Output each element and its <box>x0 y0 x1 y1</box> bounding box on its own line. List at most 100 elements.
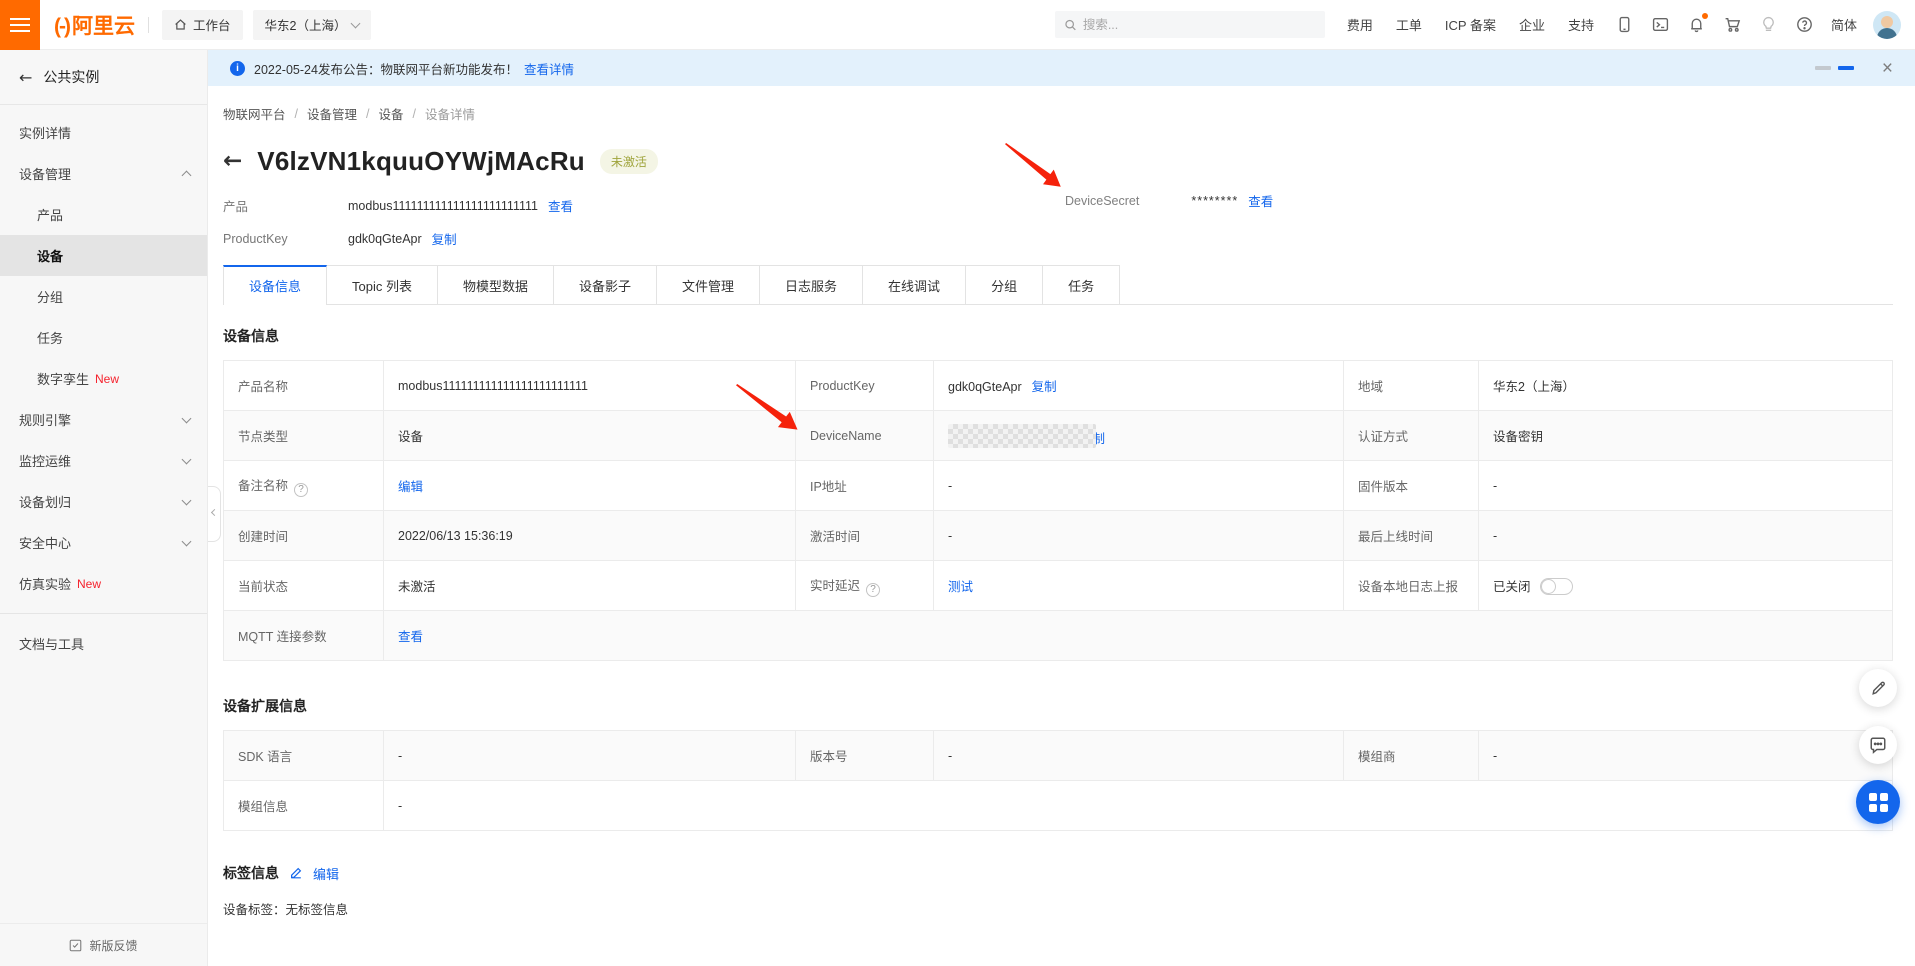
device-tag-label: 设备标签： <box>223 903 286 917</box>
sidebar-item-0[interactable]: 实例详情 <box>0 112 207 153</box>
module-info-label: 模组信息 <box>224 781 384 831</box>
help-tooltip-icon[interactable]: ? <box>294 483 308 497</box>
close-icon[interactable]: × <box>1882 59 1893 78</box>
sidebar-item-8[interactable]: 监控运维 <box>0 440 207 481</box>
sidebar: ← 公共实例 实例详情设备管理产品设备分组任务数字孪生New规则引擎监控运维设备… <box>0 50 208 966</box>
view-devicesecret-link[interactable]: 查看 <box>1248 191 1273 210</box>
sidebar-item-6[interactable]: 数字孪生New <box>0 358 207 399</box>
sidebar-item-7[interactable]: 规则引擎 <box>0 399 207 440</box>
lightbulb-icon[interactable] <box>1760 16 1777 33</box>
mobile-app-icon[interactable] <box>1616 16 1633 33</box>
notification-bell-icon[interactable] <box>1688 16 1705 33</box>
module-info-value: - <box>384 781 1893 831</box>
edit-tags-link[interactable]: 编辑 <box>313 864 339 883</box>
aliyun-logo[interactable]: (-) 阿里云 <box>54 10 135 40</box>
value-text: - <box>398 799 402 813</box>
sidebar-back-header[interactable]: ← 公共实例 <box>0 50 207 105</box>
sidebar-item-label: 任务 <box>37 328 63 347</box>
back-arrow-icon[interactable]: ← <box>223 150 242 173</box>
section-title-device-info: 设备信息 <box>223 326 1893 346</box>
tab-4[interactable]: 文件管理 <box>657 265 760 304</box>
current-status-label: 当前状态 <box>224 561 384 611</box>
tab-6[interactable]: 在线调试 <box>863 265 966 304</box>
sidebar-collapse-handle[interactable] <box>208 486 221 542</box>
view-product-link[interactable]: 查看 <box>548 196 573 215</box>
section-title-tag-info: 标签信息 <box>223 863 279 883</box>
chat-bubble-icon <box>1869 736 1887 754</box>
terminal-icon[interactable] <box>1652 16 1669 33</box>
toggle-switch-off[interactable] <box>1540 578 1573 595</box>
sidebar-item-label: 仿真实验 <box>19 574 71 593</box>
sidebar-item-9[interactable]: 设备划归 <box>0 481 207 522</box>
breadcrumb-item-0[interactable]: 物联网平台 <box>223 104 286 123</box>
chevron-up-icon <box>182 170 192 180</box>
table-row: 节点类型设备DeviceName复制认证方式设备密钥 <box>224 411 1893 461</box>
table-row: SDK 语言-版本号-模组商- <box>224 731 1893 781</box>
ip-address-label: IP地址 <box>796 461 934 511</box>
edit-pencil-icon[interactable] <box>289 866 303 880</box>
header-menu-item-3[interactable]: 企业 <box>1519 15 1545 34</box>
carousel-dot-inactive[interactable] <box>1815 66 1831 70</box>
remark-name-value: 编辑 <box>384 461 796 511</box>
language-selector[interactable]: 简体 <box>1831 15 1857 34</box>
sidebar-item-3[interactable]: 设备 <box>0 235 207 276</box>
feedback-button[interactable]: 新版反馈 <box>0 923 207 966</box>
realtime-delay-link[interactable]: 测试 <box>948 580 973 594</box>
sidebar-item-4[interactable]: 分组 <box>0 276 207 317</box>
breadcrumb-item-2[interactable]: 设备 <box>379 104 404 123</box>
chevron-down-icon <box>351 18 361 28</box>
device-tag-value: 无标签信息 <box>286 903 349 917</box>
remark-name-link[interactable]: 编辑 <box>398 480 423 494</box>
sidebar-item-1[interactable]: 设备管理 <box>0 153 207 194</box>
hamburger-menu-icon[interactable] <box>0 0 40 50</box>
header-menu-item-0[interactable]: 费用 <box>1347 15 1373 34</box>
copy-productkey-link[interactable]: 复制 <box>432 229 457 248</box>
header-menu-item-4[interactable]: 支持 <box>1568 15 1594 34</box>
tab-2[interactable]: 物模型数据 <box>438 265 554 304</box>
breadcrumb-item-1[interactable]: 设备管理 <box>307 104 357 123</box>
module-vendor-label: 模组商 <box>1344 731 1479 781</box>
tab-0[interactable]: 设备信息 <box>223 265 327 304</box>
avatar[interactable] <box>1873 11 1901 39</box>
top-header: (-) 阿里云 工作台 华东2（上海） 费用 工单 ICP 备案 企业 支持 <box>0 0 1915 50</box>
shopping-cart-icon[interactable] <box>1724 16 1741 33</box>
auth-type-label: 认证方式 <box>1344 411 1479 461</box>
search-box[interactable] <box>1055 11 1325 38</box>
auth-type-value: 设备密钥 <box>1479 411 1893 461</box>
announcement-detail-link[interactable]: 查看详情 <box>524 59 574 78</box>
tab-5[interactable]: 日志服务 <box>760 265 863 304</box>
carousel-dot-active[interactable] <box>1838 66 1854 70</box>
workbench-button[interactable]: 工作台 <box>162 10 243 40</box>
search-input[interactable] <box>1083 18 1316 32</box>
tab-1[interactable]: Topic 列表 <box>327 265 438 304</box>
sidebar-item-label: 安全中心 <box>19 533 71 552</box>
search-icon <box>1064 18 1077 32</box>
tab-7[interactable]: 分组 <box>966 265 1043 304</box>
help-tooltip-icon[interactable]: ? <box>866 583 880 597</box>
tab-3[interactable]: 设备影子 <box>554 265 657 304</box>
table-row: 产品名称modbus111111111111111111111111Produc… <box>224 361 1893 411</box>
help-icon[interactable] <box>1796 16 1813 33</box>
tab-8[interactable]: 任务 <box>1043 265 1120 304</box>
sidebar-item-13[interactable]: 文档与工具 <box>0 623 207 664</box>
header-menu-item-1[interactable]: 工单 <box>1396 15 1422 34</box>
sidebar-item-5[interactable]: 任务 <box>0 317 207 358</box>
mqtt-params-link[interactable]: 查看 <box>398 630 423 644</box>
page-title: V6lzVN1kquuOYWjMAcRu <box>257 146 585 177</box>
value-text: 设备密钥 <box>1493 430 1543 444</box>
feedback-chat-button[interactable] <box>1859 726 1897 764</box>
region-selector[interactable]: 华东2（上海） <box>253 10 372 40</box>
back-arrow-icon: ← <box>19 68 32 87</box>
sidebar-item-10[interactable]: 安全中心 <box>0 522 207 563</box>
activate-time-label: 激活时间 <box>796 511 934 561</box>
contact-widget-button[interactable] <box>1856 780 1900 824</box>
main-content: 物联网平台/设备管理/设备/设备详情 ← V6lzVN1kquuOYWjMAcR… <box>208 86 1915 966</box>
copy-link[interactable]: 复制 <box>1032 380 1057 394</box>
aliyun-logo-mark: (-) <box>54 15 69 39</box>
header-menu-item-2[interactable]: ICP 备案 <box>1445 15 1496 34</box>
sidebar-item-11[interactable]: 仿真实验New <box>0 563 207 604</box>
last-online-time-label: 最后上线时间 <box>1344 511 1479 561</box>
sidebar-item-2[interactable]: 产品 <box>0 194 207 235</box>
region-label: 地域 <box>1344 361 1479 411</box>
survey-edit-button[interactable] <box>1859 669 1897 707</box>
